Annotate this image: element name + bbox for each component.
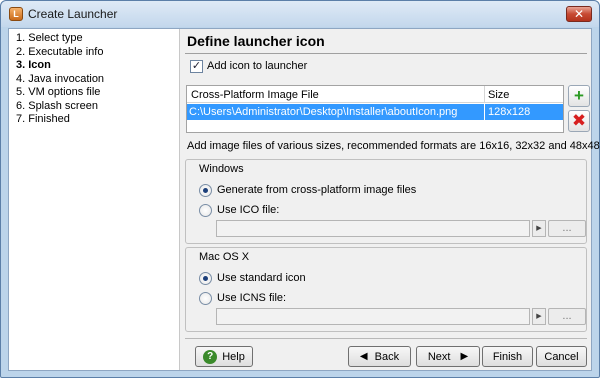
finish-button[interactable]: Finish xyxy=(482,346,533,367)
help-icon: ? xyxy=(203,349,218,364)
triangle-left-icon: ◀ xyxy=(359,351,368,362)
cancel-button[interactable]: Cancel xyxy=(536,346,587,367)
size-cell: 128x128 xyxy=(488,106,531,118)
add-image-button[interactable]: + xyxy=(568,85,590,107)
x-icon: ✖ xyxy=(571,111,587,130)
column-header-size[interactable]: Size xyxy=(488,89,509,101)
back-label: Back xyxy=(374,350,400,363)
create-launcher-window: L Create Launcher ✕ 1. Select type 2. Ex… xyxy=(0,0,600,378)
generate-radio[interactable] xyxy=(199,183,212,197)
ico-label: Use ICO file: xyxy=(217,204,280,216)
ico-option[interactable]: Use ICO file: xyxy=(199,203,279,217)
step-item: 4. Java invocation xyxy=(16,72,105,85)
standard-icon-label: Use standard icon xyxy=(217,272,306,284)
finish-label: Finish xyxy=(492,350,523,363)
step-item: 7. Finished xyxy=(16,113,70,125)
remove-image-button[interactable]: ✖ xyxy=(568,110,590,132)
add-icon-label: Add icon to launcher xyxy=(207,60,308,72)
help-label: Help xyxy=(222,350,245,363)
image-file-table[interactable]: Cross-Platform Image File Size C:\Users\… xyxy=(186,85,564,133)
next-button[interactable]: Next ▶ xyxy=(416,346,480,367)
standard-icon-option[interactable]: Use standard icon xyxy=(199,271,306,285)
dialog-client: 1. Select type 2. Executable info 3. Ico… xyxy=(8,28,600,371)
step-item: 6. Splash screen xyxy=(16,99,98,112)
file-cell: C:\Users\Administrator\Desktop\Installer… xyxy=(189,106,458,118)
ico-history-button[interactable]: ▶ xyxy=(532,220,546,237)
ico-path-input[interactable] xyxy=(216,220,530,237)
cancel-label: Cancel xyxy=(544,350,579,363)
step-item: 2. Executable info xyxy=(16,45,104,58)
generate-option[interactable]: Generate from cross-platform image files xyxy=(199,183,416,197)
generate-label: Generate from cross-platform image files xyxy=(217,184,417,196)
icns-label: Use ICNS file: xyxy=(217,292,287,304)
column-header-file[interactable]: Cross-Platform Image File xyxy=(191,89,319,101)
table-header: Cross-Platform Image File Size xyxy=(187,86,563,103)
app-icon: L xyxy=(9,7,23,21)
close-button[interactable]: ✕ xyxy=(566,6,592,22)
column-divider xyxy=(484,86,485,103)
icns-browse-button[interactable]: ... xyxy=(548,308,586,325)
back-button[interactable]: ◀ Back xyxy=(348,346,411,367)
cell-divider xyxy=(484,104,485,120)
ico-browse-button[interactable]: ... xyxy=(548,220,586,237)
step-item: 5. VM options file xyxy=(16,86,101,98)
triangle-right-icon: ▶ xyxy=(460,351,469,362)
mac-group: Mac OS X Use standard icon Use ICNS file… xyxy=(185,247,587,332)
icns-radio[interactable] xyxy=(199,291,212,305)
help-button[interactable]: ? Help xyxy=(195,346,253,367)
add-icon-checkbox[interactable]: ✓ xyxy=(190,59,203,73)
size-hint: Add image files of various sizes, recomm… xyxy=(187,140,600,152)
table-row[interactable]: C:\Users\Administrator\Desktop\Installer… xyxy=(187,104,563,120)
step-item: 1. Select type xyxy=(16,32,83,44)
windows-group: Windows Generate from cross-platform ima… xyxy=(185,159,587,244)
title-bar: L Create Launcher ✕ xyxy=(1,1,599,27)
mac-group-title: Mac OS X xyxy=(199,251,250,263)
icns-path-input[interactable] xyxy=(216,308,530,325)
page-title: Define launcher icon xyxy=(187,33,325,49)
triangle-right-icon: ▶ xyxy=(536,225,542,232)
windows-group-title: Windows xyxy=(199,163,244,175)
window-title: Create Launcher xyxy=(28,7,118,21)
step-item-current: 3. Icon xyxy=(16,59,51,71)
title-divider xyxy=(185,53,587,54)
triangle-right-icon: ▶ xyxy=(536,313,542,320)
icns-history-button[interactable]: ▶ xyxy=(532,308,546,325)
standard-icon-radio[interactable] xyxy=(199,271,212,285)
footer-divider xyxy=(185,338,587,339)
steps-list: 1. Select type 2. Executable info 3. Ico… xyxy=(9,29,180,370)
next-label: Next xyxy=(427,350,451,363)
icns-option[interactable]: Use ICNS file: xyxy=(199,291,286,305)
add-icon-option[interactable]: ✓ Add icon to launcher xyxy=(190,59,307,73)
ico-radio[interactable] xyxy=(199,203,212,217)
plus-icon: + xyxy=(574,86,584,105)
